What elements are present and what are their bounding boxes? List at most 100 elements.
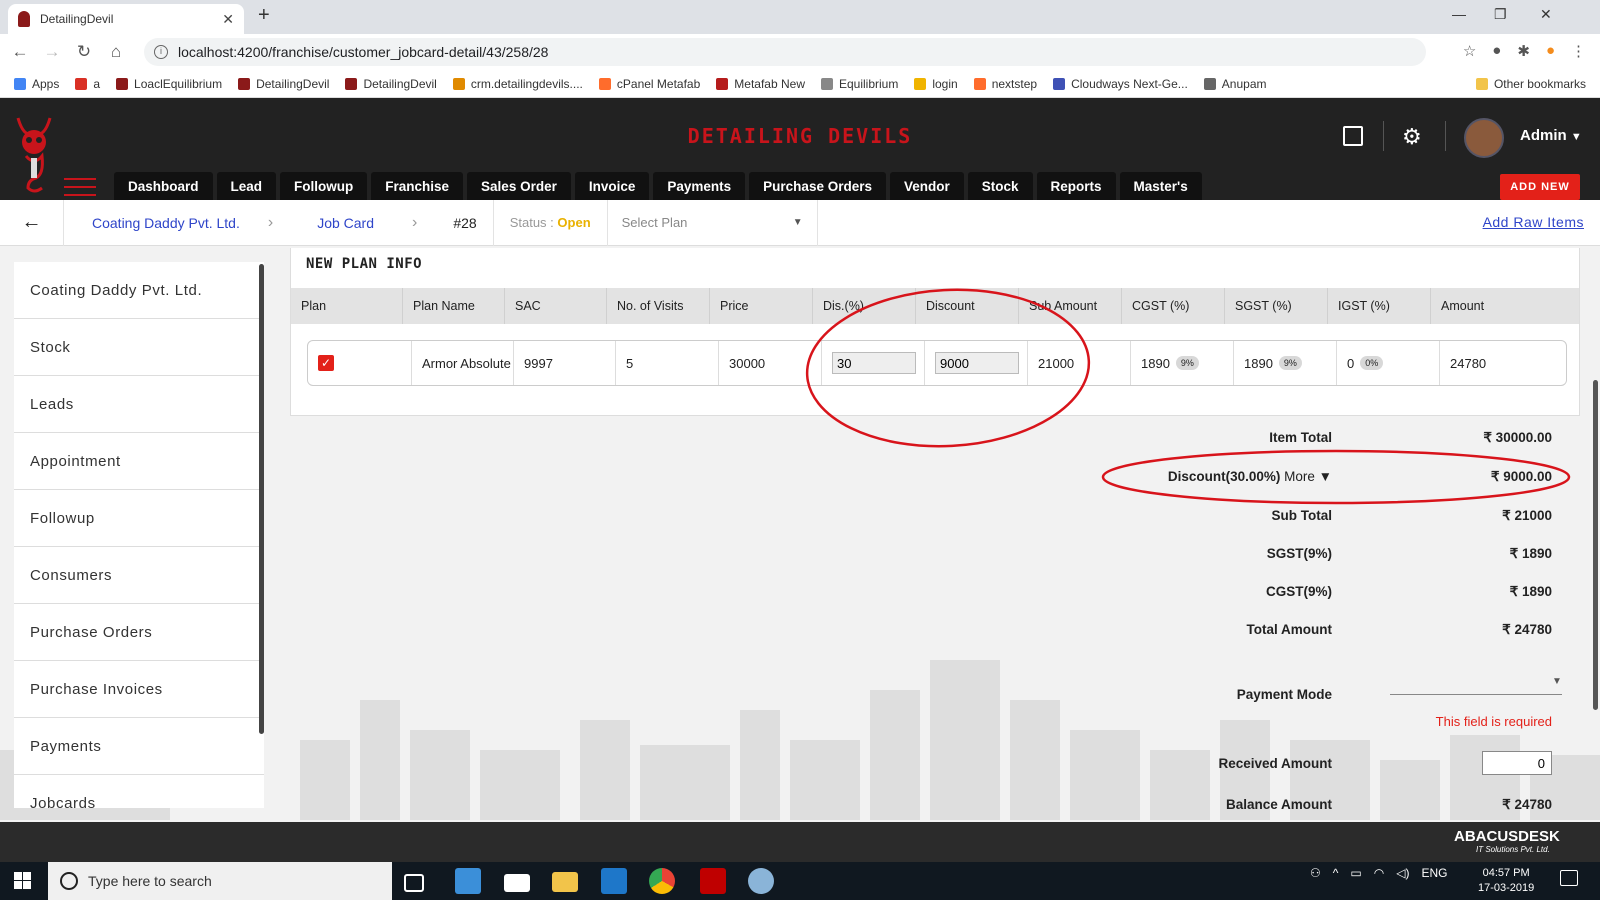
forward-arrow-icon[interactable]: → bbox=[36, 42, 68, 62]
nav-item-followup[interactable]: Followup bbox=[280, 172, 368, 200]
bookmark-item[interactable]: Metafab New bbox=[716, 77, 805, 91]
discount-input[interactable] bbox=[935, 352, 1019, 374]
profile-icon[interactable]: ● bbox=[1546, 42, 1555, 60]
admin-menu[interactable]: Admin ▼ bbox=[1520, 127, 1582, 144]
mail-icon[interactable] bbox=[504, 874, 530, 892]
sidebar-item-consumers[interactable]: Consumers bbox=[14, 547, 264, 604]
nav-item-franchise[interactable]: Franchise bbox=[371, 172, 464, 200]
bookmark-item[interactable]: cPanel Metafab bbox=[598, 77, 700, 91]
maximize-button[interactable]: ❐ bbox=[1494, 6, 1507, 23]
notifications-icon[interactable] bbox=[1560, 870, 1578, 886]
more-toggle[interactable]: More ▼ bbox=[1284, 469, 1332, 484]
chevron-up-icon[interactable]: ^ bbox=[1333, 866, 1339, 880]
bookmark-icon bbox=[238, 77, 251, 90]
settings-gear-icon[interactable]: ⚙ bbox=[1402, 124, 1422, 150]
nav-item-sales-order[interactable]: Sales Order bbox=[467, 172, 571, 200]
add-new-button[interactable]: ADD NEW bbox=[1500, 174, 1580, 200]
nav-item-reports[interactable]: Reports bbox=[1036, 172, 1116, 200]
nav-item-lead[interactable]: Lead bbox=[216, 172, 277, 200]
nav-item-stock[interactable]: Stock bbox=[967, 172, 1033, 200]
received-amount-input[interactable] bbox=[1482, 751, 1552, 775]
close-tab-icon[interactable]: ✕ bbox=[222, 11, 234, 28]
language-indicator[interactable]: ENG bbox=[1421, 866, 1447, 880]
people-icon[interactable]: ⚇ bbox=[1310, 866, 1321, 880]
bookmark-item[interactable]: DetailingDevil bbox=[238, 77, 329, 91]
cgst-pill: 9% bbox=[1175, 356, 1199, 370]
plan-table-header: Plan Plan Name SAC No. of Visits Price Dis.(%… bbox=[291, 288, 1579, 324]
file-explorer-icon[interactable] bbox=[552, 872, 578, 892]
sidebar-item-leads[interactable]: Leads bbox=[14, 376, 264, 433]
back-arrow-icon[interactable]: ← bbox=[4, 42, 36, 62]
avatar[interactable] bbox=[1464, 118, 1504, 158]
sidebar-item-payments[interactable]: Payments bbox=[14, 718, 264, 775]
taskbar-clock[interactable]: 04:57 PM 17-03-2019 bbox=[1478, 866, 1534, 896]
dis-percent-input[interactable] bbox=[832, 352, 916, 374]
sidebar-item-appointment[interactable]: Appointment bbox=[14, 433, 264, 490]
minimize-button[interactable]: — bbox=[1452, 6, 1466, 22]
bookmark-item[interactable]: LoaclEquilibrium bbox=[116, 77, 222, 91]
bookmark-item[interactable]: crm.detailingdevils.... bbox=[452, 77, 583, 91]
nav-item-dashboard[interactable]: Dashboard bbox=[114, 172, 213, 200]
star-icon[interactable]: ☆ bbox=[1463, 42, 1476, 60]
browser-tab[interactable]: DetailingDevil ✕ bbox=[8, 4, 244, 34]
nav-item-purchase-orders[interactable]: Purchase Orders bbox=[749, 172, 886, 200]
nav-item-payments[interactable]: Payments bbox=[653, 172, 746, 200]
wifi-icon[interactable]: ◠ bbox=[1374, 866, 1384, 880]
cgst-cell: 1890 9% bbox=[1131, 341, 1234, 385]
caret-down-icon: ▼ bbox=[792, 216, 803, 228]
menu-kebab-icon[interactable]: ⋮ bbox=[1571, 42, 1586, 60]
hamburger-menu-icon[interactable] bbox=[64, 178, 96, 202]
sidebar-item-coating-daddy-pvt-ltd[interactable]: Coating Daddy Pvt. Ltd. bbox=[14, 262, 264, 319]
bookmark-item[interactable]: Anupam bbox=[1203, 77, 1267, 91]
bookmark-item[interactable]: a bbox=[75, 77, 100, 91]
back-arrow-button[interactable]: ← bbox=[0, 199, 64, 246]
calendar-icon[interactable] bbox=[1343, 126, 1363, 146]
sidebar-item-purchase-orders[interactable]: Purchase Orders bbox=[14, 604, 264, 661]
address-bar[interactable]: i localhost:4200/franchise/customer_jobc… bbox=[144, 38, 1426, 66]
extension-icon[interactable]: ● bbox=[1492, 42, 1501, 60]
puzzle-icon[interactable]: ✱ bbox=[1517, 42, 1530, 60]
breadcrumb-company-link[interactable]: Coating Daddy Pvt. Ltd. bbox=[64, 215, 268, 231]
home-icon[interactable]: ⌂ bbox=[100, 42, 132, 62]
battery-icon[interactable]: ▭ bbox=[1350, 866, 1361, 880]
sidebar-scrollbar[interactable] bbox=[259, 264, 264, 734]
caret-down-icon[interactable]: ▼ bbox=[1552, 676, 1562, 687]
sgst-value: ₹ 1890 bbox=[1509, 546, 1552, 561]
sidebar-item-followup[interactable]: Followup bbox=[14, 490, 264, 547]
task-view-icon[interactable] bbox=[404, 874, 424, 892]
app-icon[interactable] bbox=[455, 868, 481, 894]
bookmark-item[interactable]: Other bookmarks bbox=[1475, 77, 1586, 91]
nav-item-vendor[interactable]: Vendor bbox=[889, 172, 964, 200]
sidebar-item-stock[interactable]: Stock bbox=[14, 319, 264, 376]
nav-item-master-s[interactable]: Master's bbox=[1119, 172, 1202, 200]
page-scrollbar[interactable] bbox=[1593, 380, 1598, 710]
payment-mode-select[interactable] bbox=[1390, 694, 1562, 695]
chrome-icon[interactable] bbox=[649, 868, 675, 894]
info-icon[interactable]: i bbox=[154, 45, 168, 59]
bookmark-item[interactable]: Apps bbox=[14, 77, 59, 91]
select-plan-dropdown[interactable]: Select Plan ▼ bbox=[608, 199, 818, 246]
bookmark-item[interactable]: DetailingDevil bbox=[345, 76, 437, 91]
bookmark-item[interactable]: login bbox=[914, 77, 958, 91]
bookmark-label: DetailingDevil bbox=[363, 76, 437, 91]
bookmark-item[interactable]: Cloudways Next-Ge... bbox=[1053, 77, 1188, 91]
volume-icon[interactable]: ◁) bbox=[1396, 866, 1409, 880]
paint-icon[interactable] bbox=[748, 868, 774, 894]
plan-checkbox[interactable]: ✓ bbox=[318, 355, 334, 371]
breadcrumb-jobcard-link[interactable]: Job Card bbox=[273, 215, 412, 231]
sidebar-item-jobcards[interactable]: Jobcards bbox=[14, 775, 264, 808]
close-window-button[interactable]: ✕ bbox=[1540, 6, 1552, 23]
reload-icon[interactable]: ↻ bbox=[68, 42, 100, 62]
taskbar-search[interactable]: Type here to search bbox=[48, 862, 392, 900]
new-tab-button[interactable]: + bbox=[258, 4, 270, 27]
add-raw-items-link[interactable]: Add Raw Items bbox=[1483, 214, 1584, 230]
bookmark-item[interactable]: nextstep bbox=[973, 77, 1037, 91]
nav-item-invoice[interactable]: Invoice bbox=[574, 172, 650, 200]
windows-start-icon[interactable] bbox=[14, 872, 32, 890]
bookmark-label: Apps bbox=[32, 76, 60, 91]
cgst-value: 1890 bbox=[1141, 355, 1170, 371]
vscode-icon[interactable] bbox=[601, 868, 627, 894]
filezilla-icon[interactable] bbox=[700, 868, 726, 894]
bookmark-item[interactable]: Equilibrium bbox=[820, 77, 898, 91]
sidebar-item-purchase-invoices[interactable]: Purchase Invoices bbox=[14, 661, 264, 718]
